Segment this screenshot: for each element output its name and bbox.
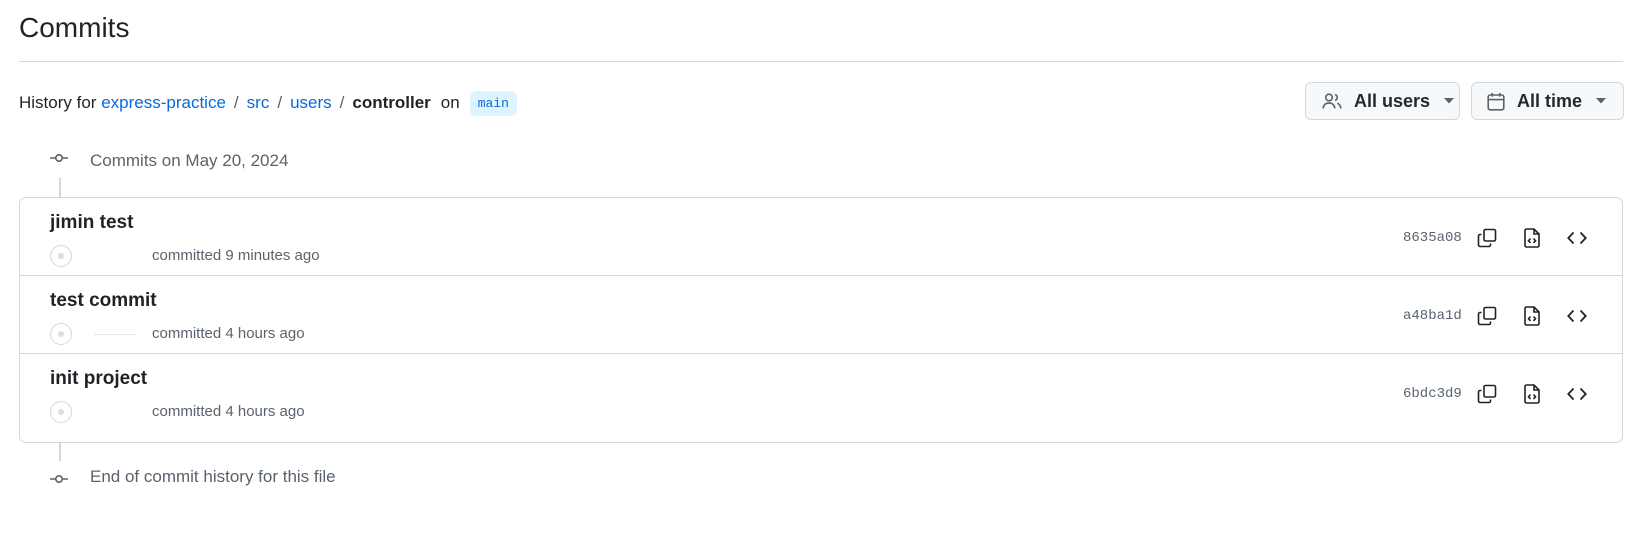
title-divider: [19, 61, 1623, 62]
path-separator: /: [233, 93, 239, 112]
file-name: controller: [352, 93, 431, 112]
avatar-placeholder: [58, 253, 64, 259]
commit-sha-link[interactable]: a48ba1d: [1403, 308, 1462, 324]
code-icon: [1567, 231, 1587, 245]
all-time-label: All time: [1517, 90, 1583, 111]
history-prefix: History for: [19, 93, 97, 112]
browse-code-button[interactable]: [1564, 225, 1590, 251]
avatar[interactable]: [50, 323, 72, 345]
commit-sha-link[interactable]: 8635a08: [1403, 230, 1462, 246]
path-separator: /: [277, 93, 283, 112]
browse-code-button[interactable]: [1564, 303, 1590, 329]
people-icon: [1322, 93, 1342, 109]
commit-row: init project committed 4 hours ago 6bdc3…: [20, 353, 1622, 435]
page-title: Commits: [19, 12, 130, 43]
end-of-history-label: End of commit history for this file: [90, 467, 336, 486]
browse-code-button[interactable]: [1564, 381, 1590, 407]
path-separator: /: [339, 93, 345, 112]
file-code-icon: [1524, 228, 1540, 248]
branch-badge[interactable]: main: [469, 90, 517, 116]
timeline-line: [59, 178, 61, 198]
caret-down-icon: [1596, 98, 1607, 104]
avatar[interactable]: [50, 401, 72, 423]
view-file-button[interactable]: [1519, 225, 1545, 251]
commit-time: committed 4 hours ago: [152, 403, 305, 420]
avatar-placeholder: [58, 331, 64, 337]
git-commit-icon: [50, 474, 68, 484]
copy-icon: [1477, 384, 1497, 404]
repo-link[interactable]: express-practice: [101, 93, 226, 113]
code-icon: [1567, 309, 1587, 323]
copy-sha-button[interactable]: [1474, 381, 1500, 407]
file-code-icon: [1524, 306, 1540, 326]
calendar-icon: [1487, 92, 1505, 111]
copy-icon: [1477, 228, 1497, 248]
timeline-line: [59, 443, 61, 461]
commits-page: Commits History for express-practice / s…: [0, 0, 1647, 534]
git-commit-icon: [50, 153, 68, 163]
commit-list: jimin test committed 9 minutes ago 8635a…: [19, 197, 1623, 443]
commit-message-link[interactable]: test commit: [50, 290, 157, 312]
copy-sha-button[interactable]: [1474, 303, 1500, 329]
commit-row: test commit committed 4 hours ago a48ba1…: [20, 275, 1622, 357]
all-users-label: All users: [1354, 90, 1431, 111]
commit-message-link[interactable]: init project: [50, 368, 147, 390]
copy-icon: [1477, 306, 1497, 326]
history-breadcrumb: History for express-practice / src / use…: [19, 90, 517, 116]
commit-group-label: Commits on May 20, 2024: [90, 151, 289, 170]
all-time-filter-button[interactable]: All time: [1471, 82, 1624, 120]
avatar[interactable]: [50, 245, 72, 267]
path-link-users[interactable]: users: [290, 93, 332, 113]
commit-time: committed 4 hours ago: [152, 325, 305, 342]
code-icon: [1567, 387, 1587, 401]
avatar-placeholder: [58, 409, 64, 415]
all-users-filter-button[interactable]: All users: [1305, 82, 1460, 120]
commit-row: jimin test committed 9 minutes ago 8635a…: [20, 198, 1622, 279]
caret-down-icon: [1444, 98, 1455, 104]
copy-sha-button[interactable]: [1474, 225, 1500, 251]
commit-time: committed 9 minutes ago: [152, 247, 320, 264]
on-label: on: [440, 93, 460, 112]
path-link-src[interactable]: src: [247, 93, 270, 113]
view-file-button[interactable]: [1519, 303, 1545, 329]
commit-sha-link[interactable]: 6bdc3d9: [1403, 386, 1462, 402]
file-code-icon: [1524, 384, 1540, 404]
author-name-placeholder: [95, 334, 135, 337]
view-file-button[interactable]: [1519, 381, 1545, 407]
commit-message-link[interactable]: jimin test: [50, 212, 133, 234]
